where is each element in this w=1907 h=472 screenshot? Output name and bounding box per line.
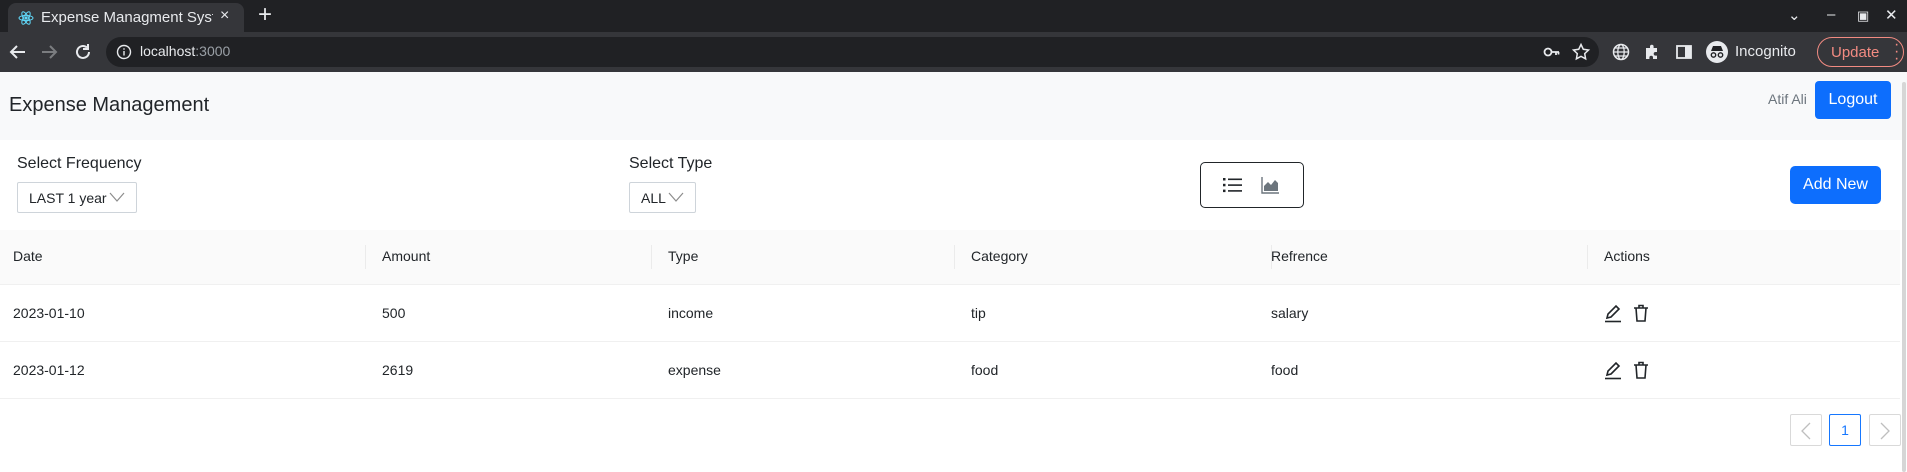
username: Atif Ali — [1768, 91, 1807, 107]
cell-reference: salary — [1271, 305, 1309, 321]
url-host: localhost — [140, 43, 196, 59]
puzzle-icon[interactable] — [1642, 42, 1662, 62]
reload-icon[interactable] — [72, 41, 94, 63]
list-icon[interactable] — [1223, 176, 1243, 194]
cell-category: tip — [971, 305, 986, 321]
area-chart-icon[interactable] — [1261, 176, 1280, 194]
more-vert-icon[interactable]: · · · — [1894, 37, 1899, 67]
forward-arrow-icon[interactable] — [38, 41, 60, 63]
delete-icon[interactable] — [1631, 360, 1651, 380]
close-window-icon[interactable]: ✕ — [1885, 6, 1898, 24]
tab-close-icon[interactable]: × — [220, 7, 229, 25]
tab-title: Expense Managment System — [41, 9, 213, 26]
table-header: Date Amount Type Category Refrence Actio… — [0, 230, 1900, 285]
app-navbar: Expense Management Atif Ali Logout — [0, 72, 1907, 140]
frequency-value: LAST 1 year — [29, 190, 107, 206]
table-row[interactable]: 2023-01-12 2619 expense food food — [0, 342, 1900, 399]
add-new-button[interactable]: Add New — [1790, 166, 1881, 204]
star-icon[interactable] — [1571, 42, 1591, 62]
edit-icon[interactable] — [1603, 360, 1623, 380]
edit-icon[interactable] — [1603, 303, 1623, 323]
info-icon[interactable] — [116, 44, 132, 60]
column-divider — [954, 245, 955, 269]
table-row[interactable]: 2023-01-10 500 income tip salary — [0, 285, 1900, 342]
url-port: :3000 — [195, 43, 231, 59]
delete-icon[interactable] — [1631, 303, 1651, 323]
frequency-select[interactable]: LAST 1 year — [17, 182, 137, 213]
browser-tab-strip: Expense Managment System × + ⌄ – ▣ ✕ — [0, 0, 1907, 32]
view-toggle — [1200, 162, 1304, 208]
logout-button[interactable]: Logout — [1815, 81, 1891, 119]
incognito-glyph-icon — [1710, 46, 1724, 58]
address-bar[interactable]: localhost:3000 — [106, 37, 1599, 67]
chevron-right-icon — [1880, 422, 1890, 440]
col-date: Date — [13, 248, 43, 264]
chevron-down-icon — [109, 192, 125, 202]
cell-category: food — [971, 362, 999, 378]
url-text[interactable]: localhost:3000 — [140, 43, 230, 59]
app-title[interactable]: Expense Management — [9, 94, 209, 117]
minimize-icon[interactable]: – — [1827, 6, 1835, 23]
type-select[interactable]: ALL — [629, 182, 696, 213]
tab-search-icon[interactable]: ⌄ — [1788, 6, 1801, 24]
key-icon[interactable] — [1543, 44, 1561, 60]
type-label: Select Type — [629, 155, 713, 172]
cell-reference: food — [1271, 362, 1299, 378]
page-scrollbar[interactable] — [1902, 82, 1906, 472]
maximize-icon[interactable]: ▣ — [1857, 8, 1869, 24]
cell-type: expense — [668, 362, 721, 378]
cell-amount: 2619 — [382, 362, 414, 378]
new-tab-button[interactable]: + — [258, 3, 272, 27]
cell-type: income — [668, 305, 714, 321]
side-panel-icon[interactable] — [1674, 42, 1694, 62]
incognito-icon[interactable] — [1706, 41, 1728, 63]
update-label: Update — [1831, 44, 1880, 61]
prev-page-button[interactable] — [1790, 414, 1822, 446]
chevron-down-icon — [668, 192, 684, 202]
col-reference: Refrence — [1271, 248, 1328, 264]
update-button[interactable]: Update · · · — [1817, 37, 1904, 67]
browser-tab[interactable]: Expense Managment System × — [8, 3, 244, 32]
type-value: ALL — [641, 190, 666, 206]
incognito-label: Incognito — [1735, 43, 1796, 60]
cell-amount: 500 — [382, 305, 406, 321]
col-type: Type — [668, 248, 699, 264]
page-1-button[interactable]: 1 — [1829, 414, 1861, 446]
column-divider — [365, 245, 366, 269]
col-amount: Amount — [382, 248, 431, 264]
col-category: Category — [971, 248, 1028, 264]
cell-date: 2023-01-12 — [13, 362, 85, 378]
chevron-left-icon — [1801, 422, 1811, 440]
back-arrow-icon[interactable] — [7, 41, 29, 63]
col-actions: Actions — [1604, 248, 1650, 264]
cell-date: 2023-01-10 — [13, 305, 85, 321]
frequency-label: Select Frequency — [17, 155, 142, 172]
column-divider — [651, 245, 652, 269]
react-logo-icon — [18, 11, 34, 25]
browser-toolbar: localhost:3000 Incognito Update · · · — [0, 32, 1907, 72]
column-divider — [1587, 245, 1588, 269]
globe-icon[interactable] — [1611, 42, 1631, 62]
filters-bar: Select Frequency LAST 1 year Select Type… — [0, 140, 1900, 230]
next-page-button[interactable] — [1869, 414, 1901, 446]
